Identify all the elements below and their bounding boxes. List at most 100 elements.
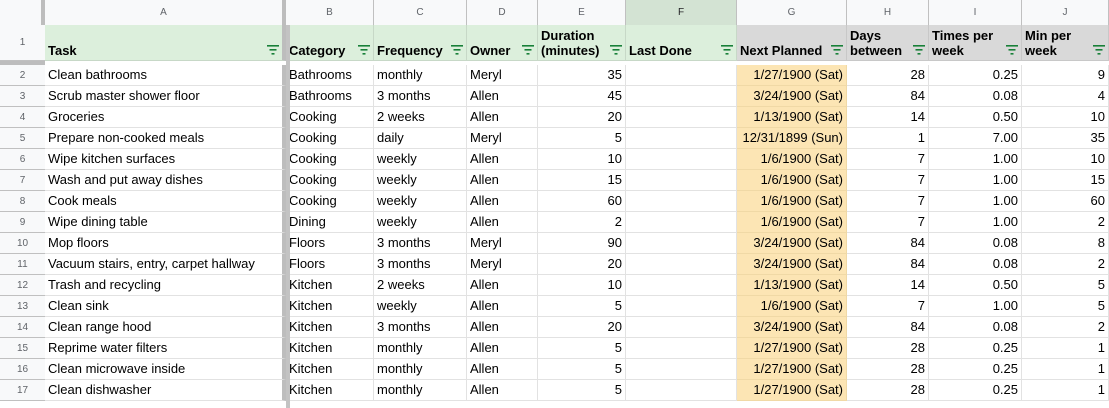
cell-days-between[interactable]: 7 <box>847 212 929 233</box>
cell-times-per-week[interactable]: 0.08 <box>929 254 1022 275</box>
filter-icon[interactable] <box>721 45 733 55</box>
cell-last-done[interactable] <box>626 359 737 380</box>
row-number[interactable]: 4 <box>0 107 45 128</box>
cell-days-between[interactable]: 7 <box>847 149 929 170</box>
cell-min-per-week[interactable]: 5 <box>1022 275 1109 296</box>
cell-duration[interactable]: 5 <box>538 128 626 149</box>
cell-owner[interactable]: Allen <box>467 296 538 317</box>
column-header-i[interactable]: I <box>929 0 1022 25</box>
cell-task[interactable]: Mop floors <box>45 233 286 254</box>
cell-owner[interactable]: Meryl <box>467 254 538 275</box>
cell-last-done[interactable] <box>626 65 737 86</box>
row-number[interactable]: 16 <box>0 359 45 380</box>
cell-duration[interactable]: 5 <box>538 359 626 380</box>
frozen-column-divider[interactable] <box>286 25 290 408</box>
cell-next-planned[interactable]: 3/24/1900 (Sat) <box>737 254 847 275</box>
cell-last-done[interactable] <box>626 149 737 170</box>
cell-task[interactable]: Vacuum stairs, entry, carpet hallway <box>45 254 286 275</box>
column-header-d[interactable]: D <box>467 0 538 25</box>
cell-task[interactable]: Wipe kitchen surfaces <box>45 149 286 170</box>
filter-icon[interactable] <box>451 45 463 55</box>
cell-owner[interactable]: Meryl <box>467 233 538 254</box>
cell-frequency[interactable]: monthly <box>374 65 467 86</box>
cell-next-planned[interactable]: 1/6/1900 (Sat) <box>737 212 847 233</box>
filter-icon[interactable] <box>267 45 279 55</box>
column-header-e[interactable]: E <box>538 0 626 25</box>
cell-days-between[interactable]: 28 <box>847 380 929 401</box>
cell-category[interactable]: Dining <box>286 212 374 233</box>
cell-duration[interactable]: 10 <box>538 149 626 170</box>
column-header-f[interactable]: F <box>626 0 737 25</box>
cell-times-per-week[interactable]: 1.00 <box>929 212 1022 233</box>
cell-task[interactable]: Reprime water filters <box>45 338 286 359</box>
cell-frequency[interactable]: monthly <box>374 359 467 380</box>
cell-task[interactable]: Prepare non-cooked meals <box>45 128 286 149</box>
cell-next-planned[interactable]: 1/13/1900 (Sat) <box>737 275 847 296</box>
cell-min-per-week[interactable]: 15 <box>1022 170 1109 191</box>
header-owner[interactable]: Owner <box>467 25 538 61</box>
cell-duration[interactable]: 2 <box>538 212 626 233</box>
cell-category[interactable]: Bathrooms <box>286 65 374 86</box>
cell-task[interactable]: Clean sink <box>45 296 286 317</box>
cell-times-per-week[interactable]: 1.00 <box>929 191 1022 212</box>
row-number[interactable]: 15 <box>0 338 45 359</box>
cell-last-done[interactable] <box>626 296 737 317</box>
cell-task[interactable]: Cook meals <box>45 191 286 212</box>
cell-last-done[interactable] <box>626 191 737 212</box>
cell-next-planned[interactable]: 12/31/1899 (Sun) <box>737 128 847 149</box>
cell-duration[interactable]: 35 <box>538 65 626 86</box>
cell-times-per-week[interactable]: 0.25 <box>929 65 1022 86</box>
cell-times-per-week[interactable]: 0.50 <box>929 107 1022 128</box>
cell-next-planned[interactable]: 1/27/1900 (Sat) <box>737 65 847 86</box>
cell-min-per-week[interactable]: 1 <box>1022 359 1109 380</box>
cell-times-per-week[interactable]: 0.50 <box>929 275 1022 296</box>
cell-category[interactable]: Kitchen <box>286 338 374 359</box>
row-number[interactable]: 3 <box>0 86 45 107</box>
cell-min-per-week[interactable]: 1 <box>1022 380 1109 401</box>
filter-icon[interactable] <box>610 45 622 55</box>
cell-owner[interactable]: Allen <box>467 317 538 338</box>
cell-owner[interactable]: Allen <box>467 338 538 359</box>
cell-min-per-week[interactable]: 5 <box>1022 296 1109 317</box>
cell-last-done[interactable] <box>626 380 737 401</box>
cell-owner[interactable]: Allen <box>467 380 538 401</box>
row-number[interactable]: 11 <box>0 254 45 275</box>
cell-days-between[interactable]: 7 <box>847 296 929 317</box>
cell-times-per-week[interactable]: 0.08 <box>929 233 1022 254</box>
cell-duration[interactable]: 45 <box>538 86 626 107</box>
cell-min-per-week[interactable]: 8 <box>1022 233 1109 254</box>
row-number[interactable]: 12 <box>0 275 45 296</box>
row-number-1[interactable]: 1 <box>0 25 45 61</box>
cell-frequency[interactable]: 3 months <box>374 254 467 275</box>
filter-icon[interactable] <box>913 45 925 55</box>
cell-category[interactable]: Cooking <box>286 170 374 191</box>
cell-next-planned[interactable]: 1/27/1900 (Sat) <box>737 380 847 401</box>
cell-times-per-week[interactable]: 0.25 <box>929 338 1022 359</box>
cell-next-planned[interactable]: 3/24/1900 (Sat) <box>737 233 847 254</box>
cell-last-done[interactable] <box>626 107 737 128</box>
cell-owner[interactable]: Allen <box>467 107 538 128</box>
cell-days-between[interactable]: 28 <box>847 65 929 86</box>
column-header-b[interactable]: B <box>286 0 374 25</box>
cell-task[interactable]: Wash and put away dishes <box>45 170 286 191</box>
cell-category[interactable]: Kitchen <box>286 380 374 401</box>
cell-next-planned[interactable]: 3/24/1900 (Sat) <box>737 317 847 338</box>
cell-owner[interactable]: Allen <box>467 170 538 191</box>
cell-frequency[interactable]: weekly <box>374 191 467 212</box>
row-number[interactable]: 6 <box>0 149 45 170</box>
cell-category[interactable]: Kitchen <box>286 359 374 380</box>
filter-icon[interactable] <box>1006 45 1018 55</box>
row-number[interactable]: 7 <box>0 170 45 191</box>
cell-next-planned[interactable]: 1/27/1900 (Sat) <box>737 359 847 380</box>
cell-duration[interactable]: 5 <box>538 338 626 359</box>
cell-days-between[interactable]: 14 <box>847 275 929 296</box>
cell-days-between[interactable]: 1 <box>847 128 929 149</box>
cell-times-per-week[interactable]: 0.08 <box>929 86 1022 107</box>
cell-times-per-week[interactable]: 0.25 <box>929 359 1022 380</box>
filter-icon[interactable] <box>831 45 843 55</box>
cell-min-per-week[interactable]: 10 <box>1022 149 1109 170</box>
cell-days-between[interactable]: 84 <box>847 254 929 275</box>
header-category[interactable]: Category <box>286 25 374 61</box>
cell-task[interactable]: Clean bathrooms <box>45 65 286 86</box>
cell-last-done[interactable] <box>626 212 737 233</box>
